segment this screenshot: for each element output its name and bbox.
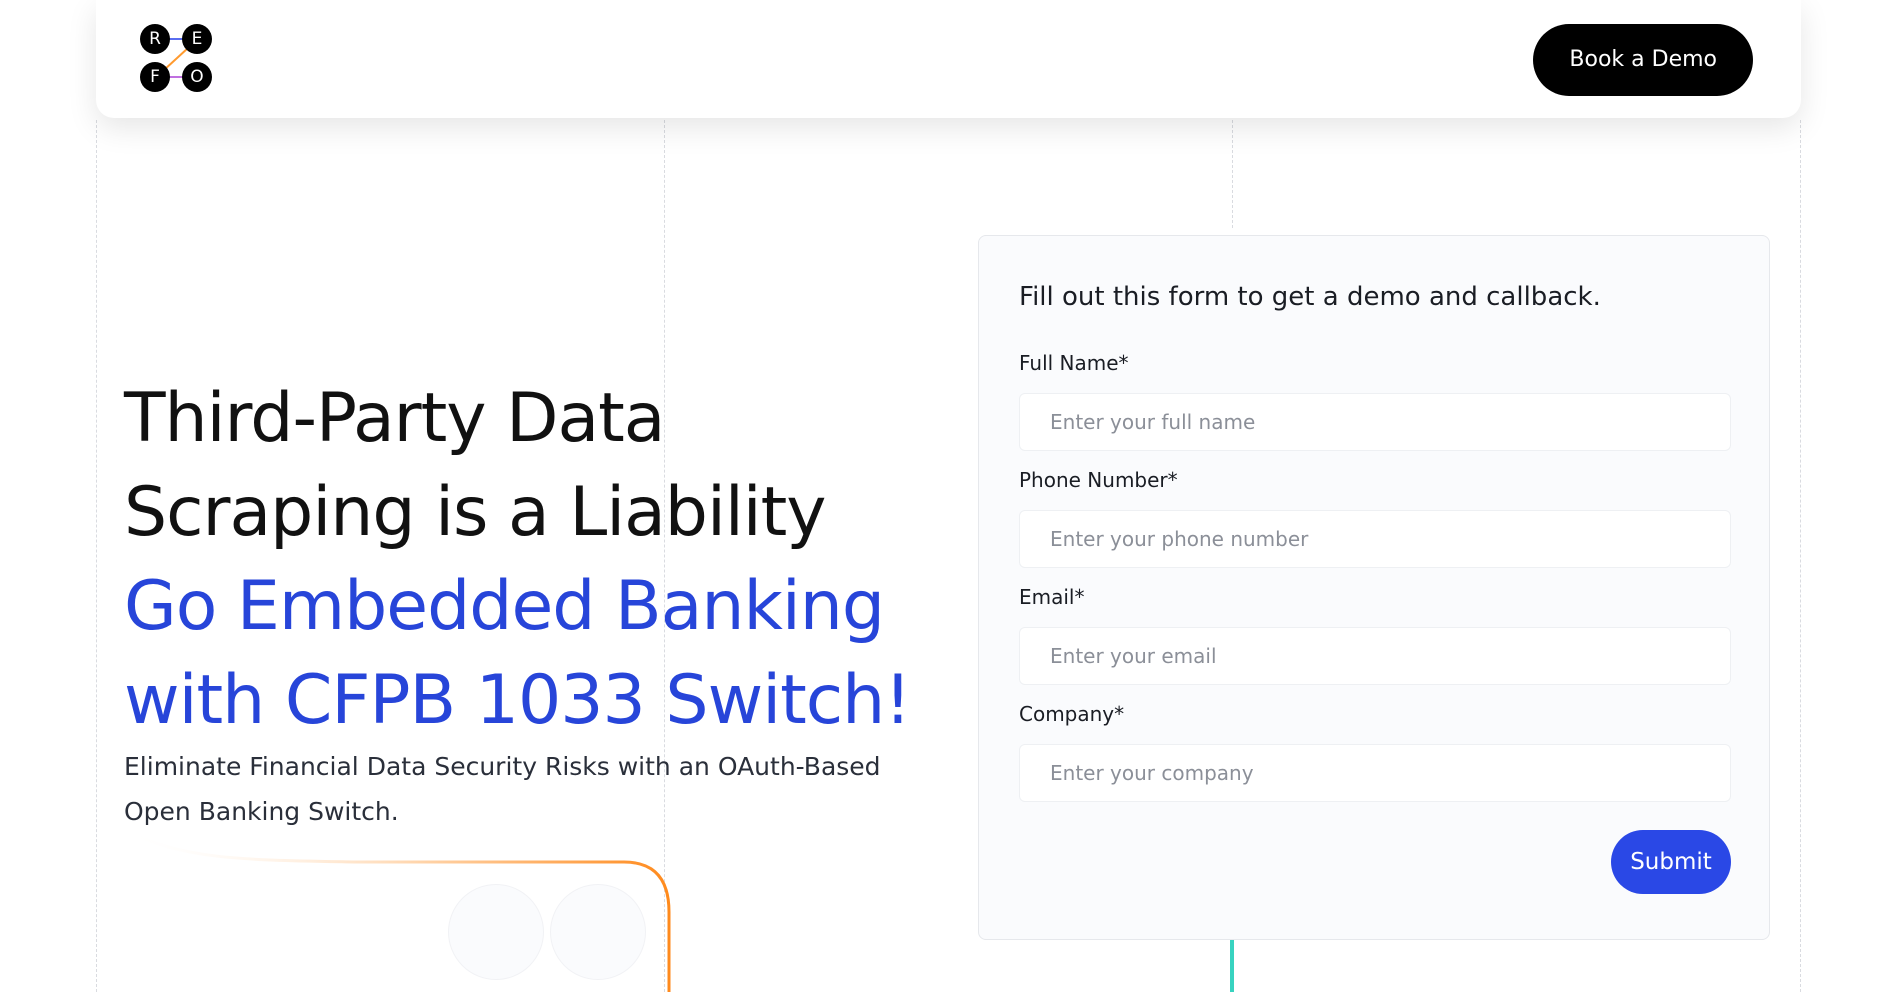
decorative-circle	[550, 884, 646, 980]
hero-title-line: Third-Party Data	[124, 379, 665, 458]
demo-request-form: Fill out this form to get a demo and cal…	[978, 235, 1770, 940]
logo-letter: O	[182, 62, 212, 92]
submit-button[interactable]: Submit	[1611, 830, 1731, 894]
form-heading: Fill out this form to get a demo and cal…	[1019, 282, 1601, 312]
logo-letter: E	[182, 24, 212, 54]
grid-guide-line	[1800, 120, 1801, 992]
email-label: Email*	[1019, 585, 1085, 609]
hero-highlight-line: Go Embedded Banking	[124, 567, 885, 646]
hero-title: Third-Party Data Scraping is a Liability…	[124, 372, 912, 748]
hero-title-line: Scraping is a Liability	[124, 473, 827, 552]
phone-number-label: Phone Number*	[1019, 468, 1178, 492]
hero-highlight-line: with CFPB 1033 Switch!	[124, 661, 912, 740]
logo-letter: F	[140, 62, 170, 92]
grid-guide-line	[96, 120, 97, 992]
company-input[interactable]	[1019, 744, 1731, 802]
full-name-input[interactable]	[1019, 393, 1731, 451]
logo-letter: R	[140, 24, 170, 54]
decorative-teal-line	[1230, 936, 1234, 992]
book-demo-button[interactable]: Book a Demo	[1533, 24, 1753, 96]
phone-number-input[interactable]	[1019, 510, 1731, 568]
email-input[interactable]	[1019, 627, 1731, 685]
company-label: Company*	[1019, 702, 1125, 726]
top-navbar: R E F O Book a Demo	[96, 0, 1801, 118]
decorative-circle	[448, 884, 544, 980]
full-name-label: Full Name*	[1019, 351, 1129, 375]
grid-guide-line	[1232, 120, 1233, 228]
refo-logo[interactable]: R E F O	[140, 24, 216, 96]
